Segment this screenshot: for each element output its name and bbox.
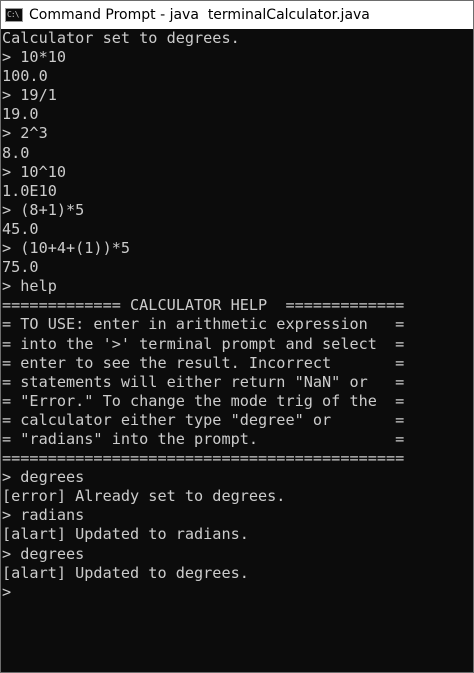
command-line: > (8+1)*5 xyxy=(2,200,85,219)
command-line: > 10^10 xyxy=(2,162,67,181)
output-line: 19.0 xyxy=(2,105,39,124)
command-line: > 10*10 xyxy=(2,48,67,67)
help-text-line: = TO USE: enter in arithmetic expression… xyxy=(2,315,405,334)
help-text-line: = into the '>' terminal prompt and selec… xyxy=(2,334,405,353)
output-line: 8.0 xyxy=(2,143,30,162)
output-line: [alart] Updated to radians. xyxy=(2,525,249,544)
output-line: 100.0 xyxy=(2,67,48,86)
command-line: > 2^3 xyxy=(2,124,48,143)
command-line: > radians xyxy=(2,506,85,525)
command-line: > help xyxy=(2,277,57,296)
help-text-line: = enter to see the result. Incorrect = xyxy=(2,353,405,372)
help-border-line: ============= CALCULATOR HELP ==========… xyxy=(2,296,405,315)
output-line: 1.0E10 xyxy=(2,181,57,200)
window-title: Command Prompt - java terminalCalculator… xyxy=(29,7,370,23)
help-border-line: ========================================… xyxy=(2,449,405,468)
command-prompt-icon: C:\ xyxy=(5,8,23,22)
help-text-line: = "radians" into the prompt. = xyxy=(2,429,405,448)
command-line: > 19/1 xyxy=(2,86,57,105)
output-line: [error] Already set to degrees. xyxy=(2,487,286,506)
title-bar[interactable]: C:\ Command Prompt - java terminalCalcul… xyxy=(1,1,473,29)
command-prompt-window: C:\ Command Prompt - java terminalCalcul… xyxy=(0,0,474,673)
output-line: [alart] Updated to degrees. xyxy=(2,563,249,582)
help-text-line: = "Error." To change the mode trig of th… xyxy=(2,391,405,410)
help-text-line: = statements will either return "NaN" or… xyxy=(2,372,405,391)
output-line: 75.0 xyxy=(2,258,39,277)
command-line: > degrees xyxy=(2,468,85,487)
console-output[interactable]: Calculator set to degrees. > 10*10 100.0… xyxy=(1,29,473,672)
help-text-line: = calculator either type "degree" or = xyxy=(2,410,405,429)
input-prompt[interactable]: > xyxy=(2,583,473,602)
output-line: Calculator set to degrees. xyxy=(2,29,240,47)
command-line: > degrees xyxy=(2,544,85,563)
output-line: 45.0 xyxy=(2,219,39,238)
command-line: > (10+4+(1))*5 xyxy=(2,239,131,258)
